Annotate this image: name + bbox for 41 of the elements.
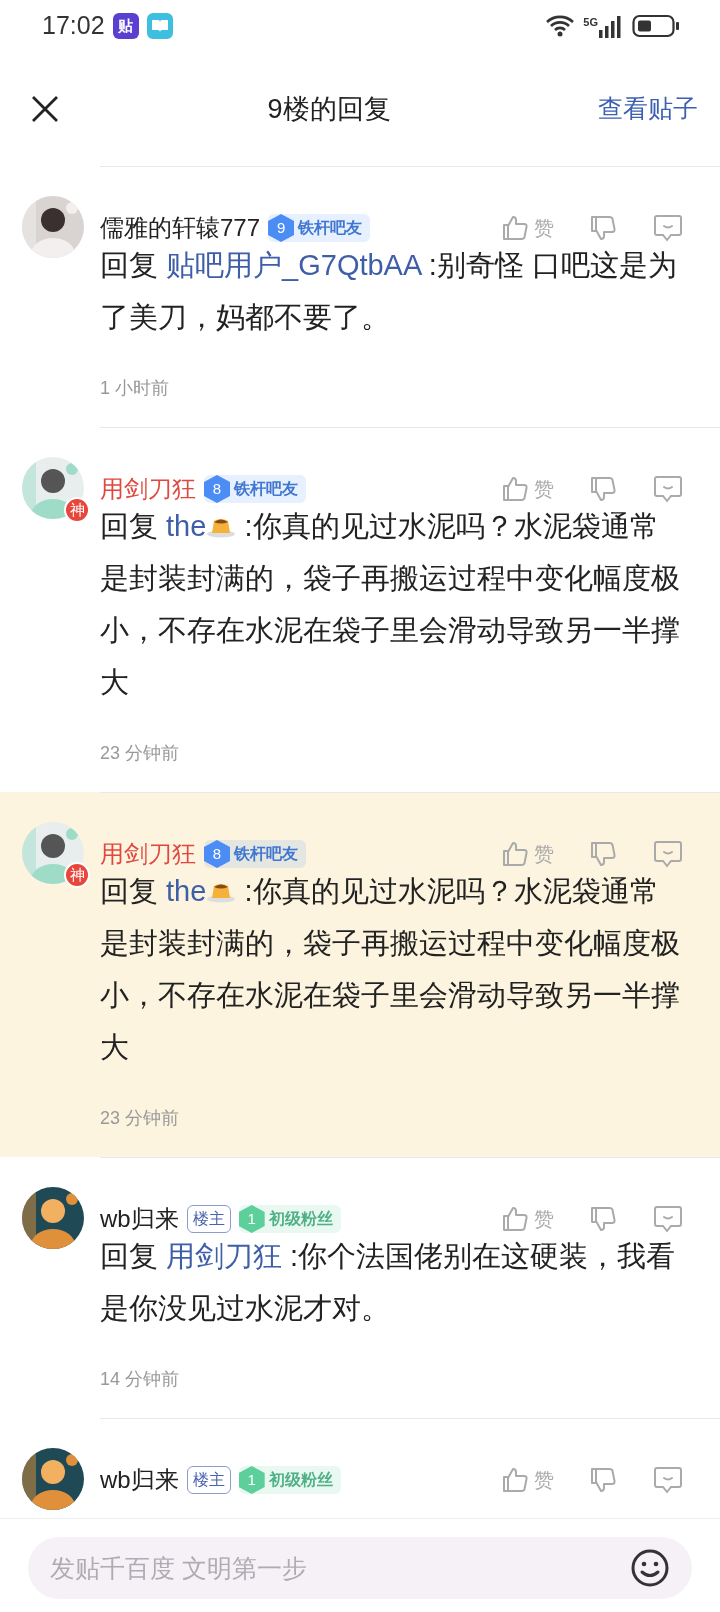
timestamp: 14 分钟前 (100, 1368, 181, 1391)
comment-text: 回复 用剑刀狂 :你个法国佬别在这硬装，我看是你没见过水泥才对。 (100, 1239, 677, 1326)
level-badge: 8 铁杆吧友 (204, 840, 306, 868)
avatar-badge: 神 (64, 497, 90, 523)
comment-text: 回复 the :你真的见过水泥吗？水泥袋通常是封装封满的，袋子再搬运过程中变化幅度极小，不存在水泥在袋子里会滑动导致另一半撑大 (100, 874, 681, 1065)
page-title: 9楼的回复 (267, 92, 391, 126)
reply-icon[interactable] (652, 212, 684, 244)
timestamp: 23 分钟前 (100, 742, 181, 765)
view-post-link[interactable]: 查看贴子 (598, 90, 698, 128)
comment-text: 回复 贴吧用户_G7QtbAA :别奇怪 口吧这是为了美刀，妈都不要了。 (100, 248, 678, 335)
app-icon: 贴 (112, 13, 139, 39)
book-icon (146, 13, 173, 39)
wifi-icon (545, 15, 576, 37)
user-mention-link[interactable]: 用剑刀狂 (166, 1240, 283, 1272)
reply-icon[interactable] (652, 838, 684, 870)
reply-icon[interactable] (652, 473, 684, 505)
level-badge: 1 初级粉丝 (238, 1466, 341, 1494)
level-badge: 1 初级粉丝 (238, 1205, 341, 1233)
reply-icon[interactable] (652, 1203, 684, 1235)
user-mention-link[interactable]: 贴吧用户_G7QtbAA (166, 249, 421, 281)
reply-icon[interactable] (652, 1464, 684, 1496)
level-badge: 9 铁杆吧友 (268, 214, 371, 242)
username[interactable]: 儒雅的轩辕777 (100, 210, 261, 246)
clock-time: 17:02 (42, 10, 105, 42)
close-icon[interactable] (30, 94, 60, 124)
username[interactable]: wb归来 (100, 1201, 179, 1237)
timestamp: 23 分钟前 (100, 1107, 181, 1130)
emoji-icon[interactable] (630, 1548, 670, 1588)
comment-input[interactable]: 发贴千百度 文明第一步 (28, 1537, 692, 1599)
user-mention-link[interactable]: the (166, 875, 237, 907)
comment-text: 回复 the :你真的见过水泥吗？水泥袋通常是封装封满的，袋子再搬运过程中变化幅度极小，不存在水泥在袋子里会滑动导致另一半撑大 (100, 509, 681, 700)
timestamp: 1 小时前 (100, 377, 170, 400)
owner-tag: 楼主 (186, 1205, 231, 1233)
username[interactable]: 用剑刀狂 (100, 471, 196, 507)
level-badge: 8 铁杆吧友 (204, 475, 306, 503)
owner-tag: 楼主 (186, 1466, 231, 1494)
username[interactable]: wb归来 (100, 1462, 179, 1498)
username[interactable]: 用剑刀狂 (100, 836, 196, 872)
user-mention-link[interactable]: the (166, 510, 237, 542)
battery-icon (632, 14, 680, 38)
avatar-badge: 神 (64, 862, 90, 888)
